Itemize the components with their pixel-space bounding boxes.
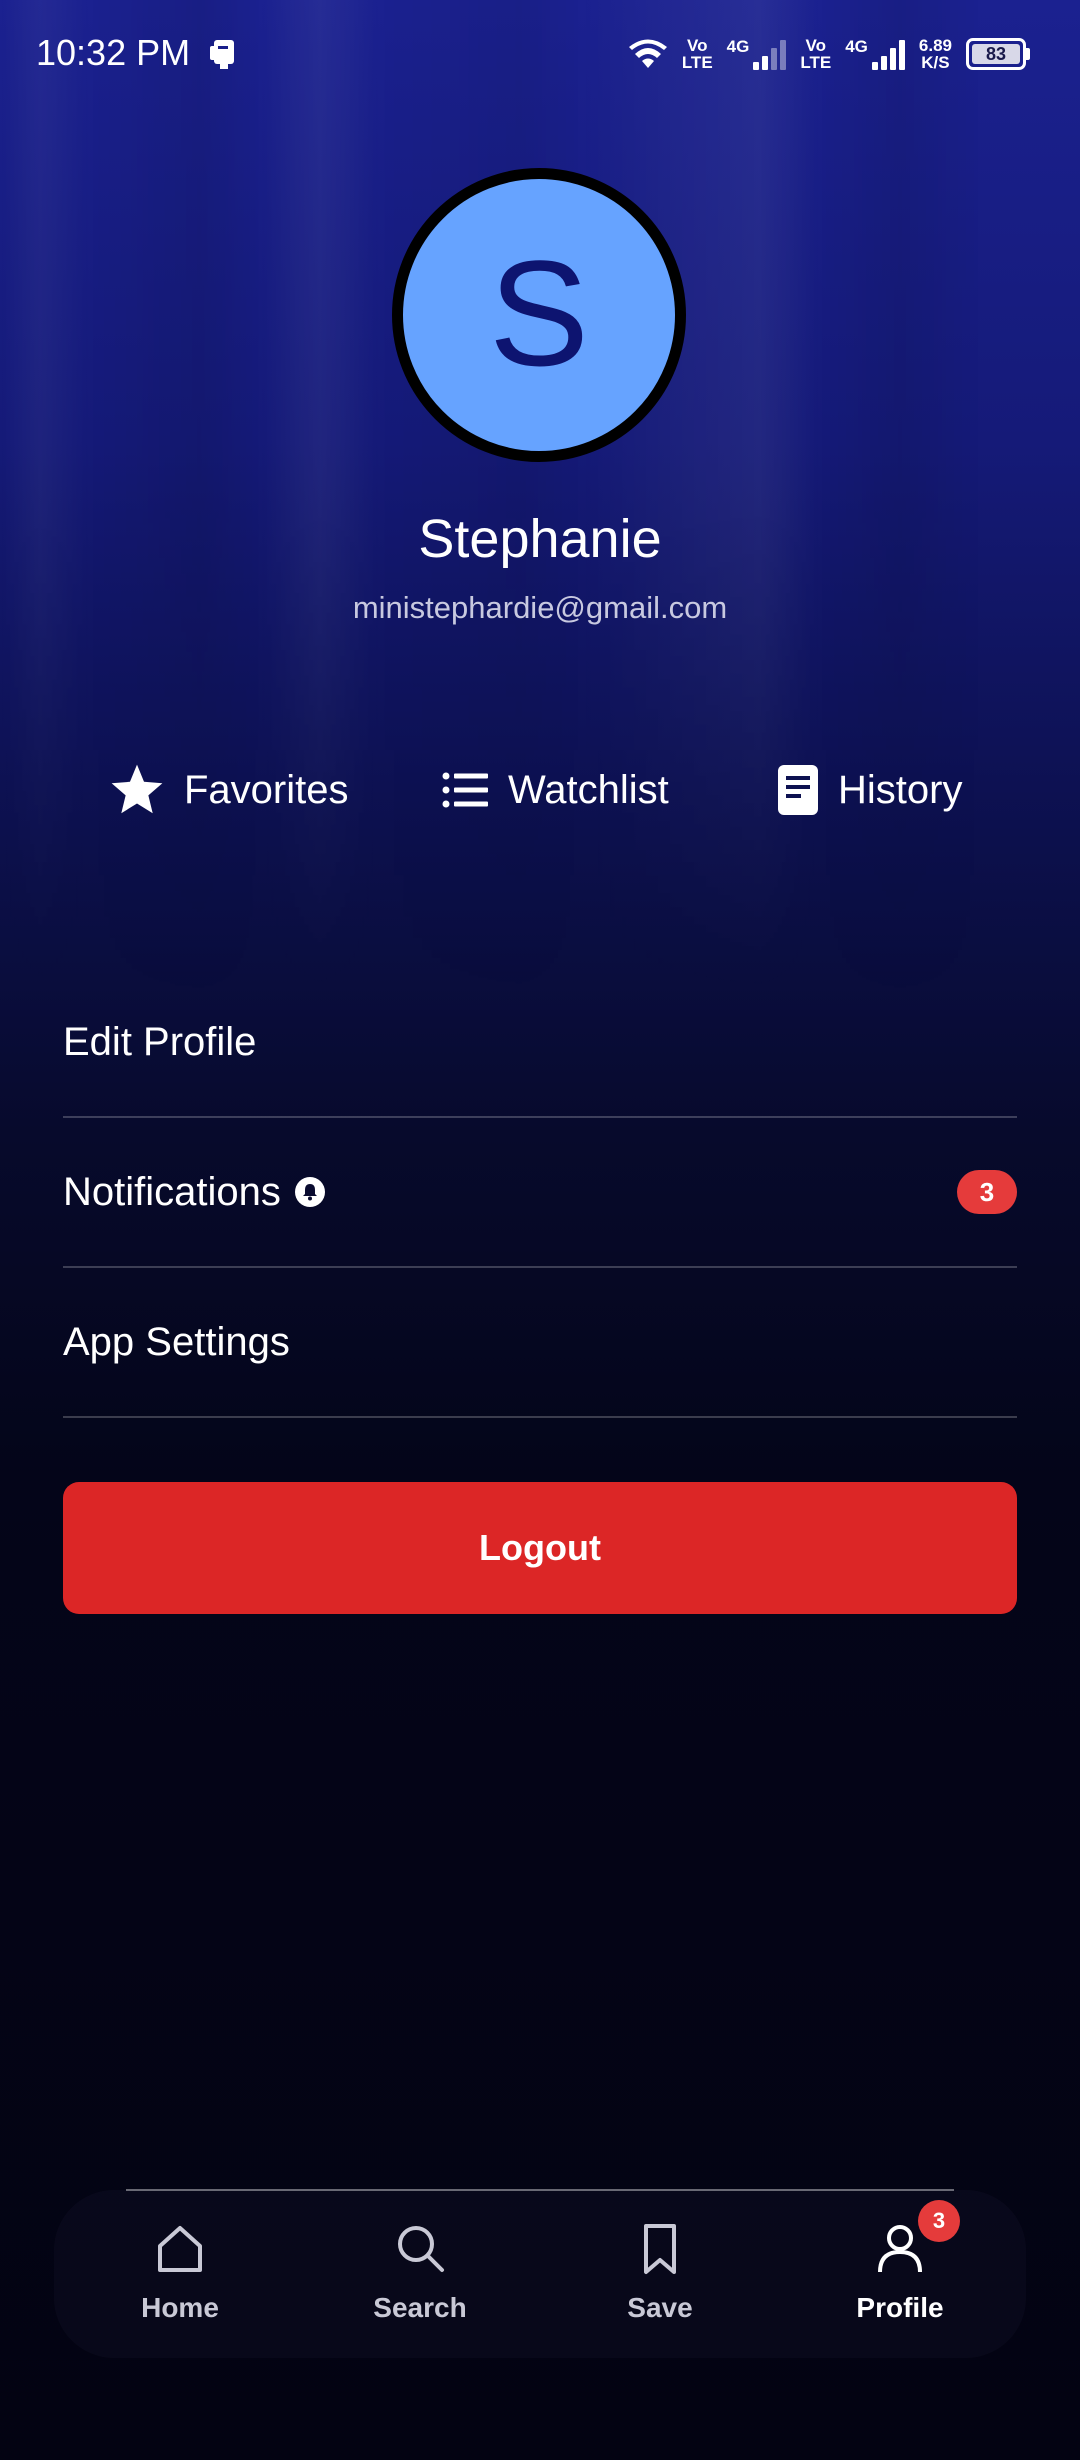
profile-name: Stephanie [418,509,662,569]
signal-sim1: 4G [727,38,787,70]
profile-notification-badge: 3 [918,2200,960,2242]
status-indicators: Vo LTE 4G Vo LTE 4G 6.89 K/S 83 [628,32,1030,76]
signal-sim2: 4G [845,38,905,70]
notification-app-icon [210,40,234,69]
star-icon [111,764,163,814]
notifications-count-badge: 3 [957,1170,1017,1214]
menu-item-notifications[interactable]: Notifications 3 [63,1118,1017,1268]
home-icon [158,2226,202,2272]
bookmark-icon [644,2224,676,2274]
logout-button[interactable]: Logout [63,1482,1017,1614]
nav-home[interactable]: Home [100,2218,260,2338]
favorites-label: Favorites [184,767,349,812]
watchlist-label: Watchlist [508,767,669,812]
avatar-initial: S [488,229,590,397]
wifi-icon [628,39,667,68]
app-settings-label: App Settings [63,1319,290,1364]
history-link[interactable]: History [776,755,962,825]
volte-indicator-1: Vo LTE [681,36,713,72]
status-time: 10:32 PM [36,32,191,73]
network-speed: 6.89 K/S [918,36,952,72]
profile-email: ministephardie@gmail.com [352,590,728,625]
battery-level: 83 [972,44,1020,64]
bottom-nav-divider [126,2189,954,2191]
menu-item-edit-profile[interactable]: Edit Profile [63,968,1017,1118]
nav-profile-label: Profile [856,2292,944,2323]
bell-icon [294,1177,325,1207]
edit-profile-label: Edit Profile [63,1019,257,1064]
background-streaks [0,0,1080,1000]
volte-indicator-2: Vo LTE [800,36,832,72]
user-icon-wrapper: 3 [870,2200,960,2278]
nav-save[interactable]: Save [580,2218,740,2338]
nav-save-label: Save [627,2292,693,2323]
status-bar: 10:32 PM Vo LTE 4G Vo LTE 4G 6.89 K/S 83 [0,0,1080,110]
battery-icon: 83 [966,38,1030,70]
list-icon [442,772,488,808]
avatar: S [392,168,686,462]
favorites-link[interactable]: Favorites [108,755,349,825]
nav-home-label: Home [141,2292,219,2323]
signal-bars-icon [871,38,905,70]
nav-search[interactable]: Search [340,2218,500,2338]
history-label: History [838,767,963,812]
watchlist-link[interactable]: Watchlist [442,755,669,825]
menu-item-app-settings[interactable]: App Settings [63,1268,1017,1418]
nav-profile[interactable]: 3 Profile [820,2200,980,2338]
document-icon [778,765,818,815]
signal-bars-icon [753,38,787,70]
quick-links: Favorites Watchlist History [0,755,1080,825]
search-icon [398,2226,444,2272]
notifications-label: Notifications [63,1169,281,1214]
nav-search-label: Search [373,2292,467,2323]
